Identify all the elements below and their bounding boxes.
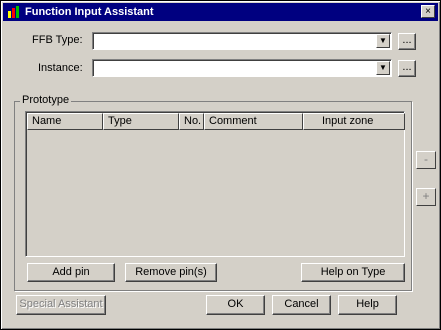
prototype-group-label: Prototype [20, 94, 72, 106]
title-bar[interactable]: Function Input Assistant × [3, 3, 438, 21]
help-button[interactable]: Help [338, 295, 397, 315]
ffb-type-combo[interactable]: ▼ [92, 32, 392, 50]
ffb-type-browse-button[interactable]: ... [398, 33, 416, 50]
table-header: Name Type No. Comment Input zone [27, 113, 405, 130]
column-header-name[interactable]: Name [27, 113, 103, 130]
add-pin-button[interactable]: Add pin [27, 263, 115, 282]
instance-browse-button[interactable]: ... [398, 60, 416, 77]
column-header-type[interactable]: Type [103, 113, 179, 130]
chevron-down-icon[interactable]: ▼ [376, 34, 390, 48]
column-header-input-zone[interactable]: Input zone [303, 113, 405, 130]
instance-combo[interactable]: ▼ [92, 59, 392, 77]
chevron-down-icon[interactable]: ▼ [376, 61, 390, 75]
remove-pins-button[interactable]: Remove pin(s) [125, 263, 217, 282]
ok-button[interactable]: OK [206, 295, 265, 315]
window-title: Function Input Assistant [25, 6, 154, 18]
dialog-window: Function Input Assistant × FFB Type: ▼ .… [0, 0, 441, 330]
move-up-button[interactable]: - [416, 151, 436, 169]
column-header-comment[interactable]: Comment [204, 113, 303, 130]
instance-label: Instance: [38, 62, 83, 74]
app-icon [8, 6, 19, 18]
help-on-type-button[interactable]: Help on Type [301, 263, 405, 282]
close-icon[interactable]: × [421, 5, 435, 18]
special-assistant-button[interactable]: Special Assistant [16, 295, 106, 315]
prototype-table[interactable]: Name Type No. Comment Input zone [25, 111, 405, 257]
move-down-button[interactable]: + [416, 188, 436, 206]
ffb-type-label: FFB Type: [32, 34, 83, 46]
cancel-button[interactable]: Cancel [272, 295, 331, 315]
column-header-no[interactable]: No. [179, 113, 204, 130]
